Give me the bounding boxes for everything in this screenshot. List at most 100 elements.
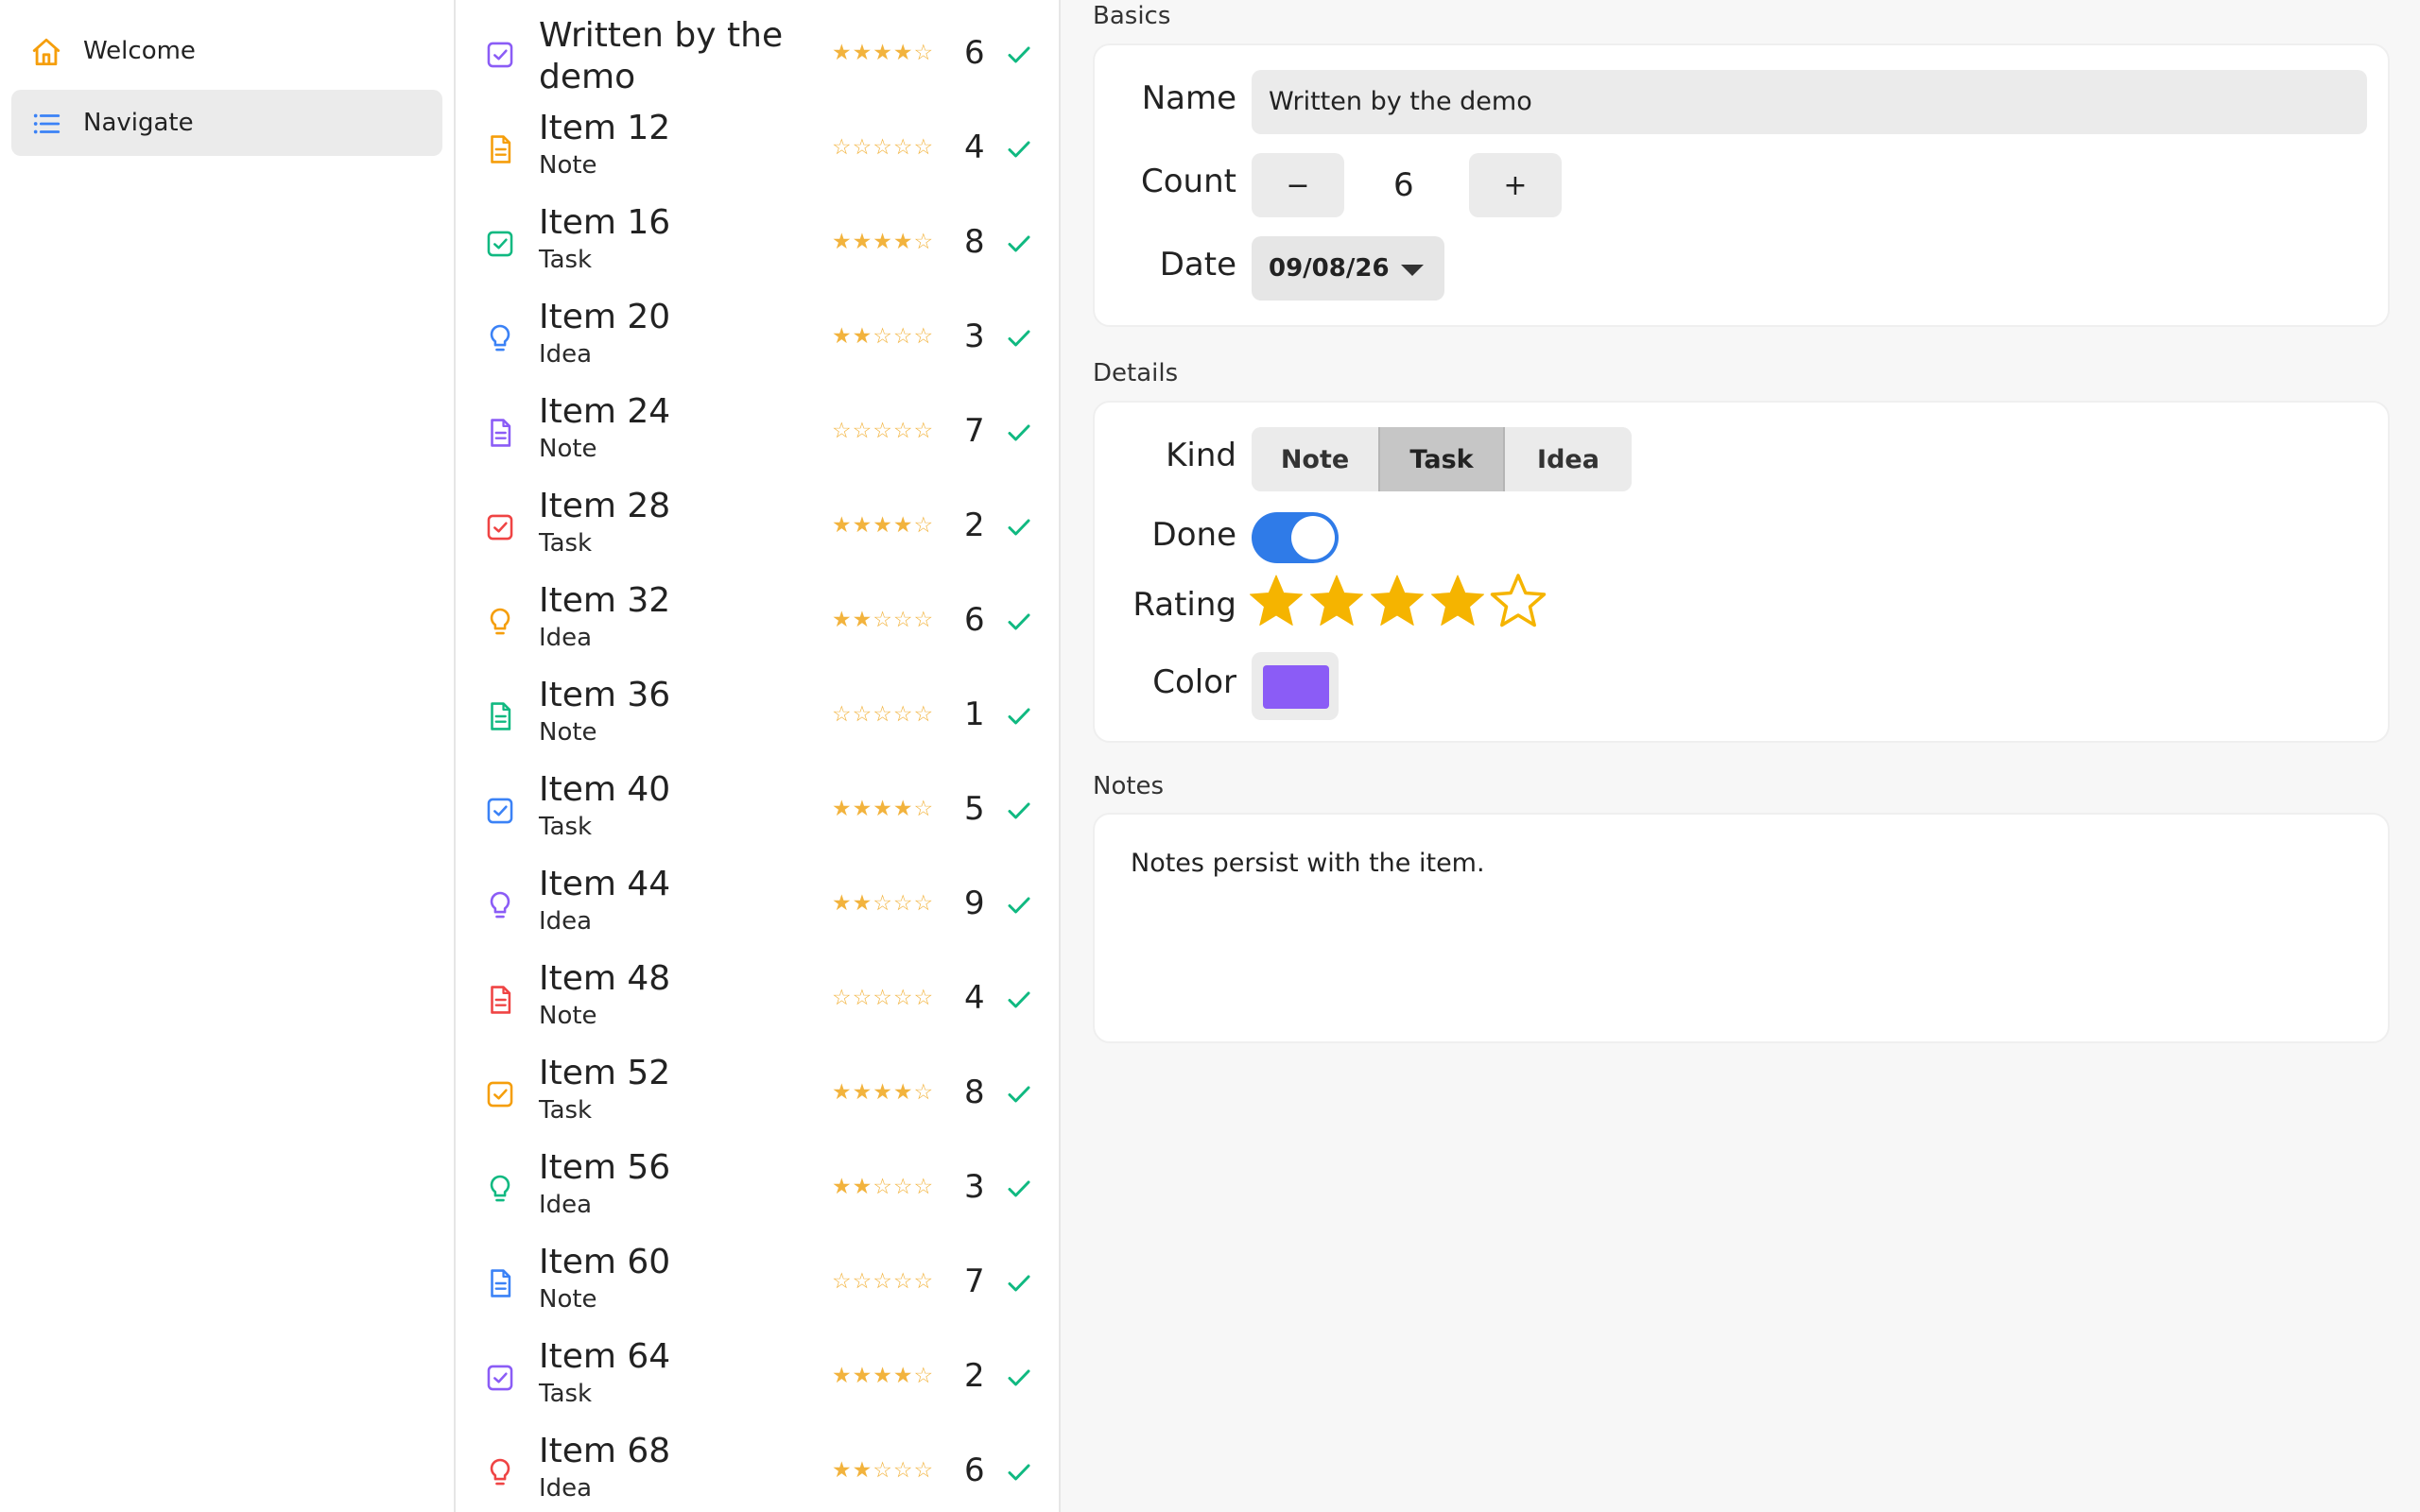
count-decrement-button[interactable]: − <box>1252 153 1344 217</box>
list-item-title: Item 36 <box>539 676 671 714</box>
caret-down-icon <box>1401 265 1424 276</box>
basics-card: Name Written by the demo Count − 6 + Dat… <box>1093 43 2390 327</box>
list-item-subtitle: Task <box>539 1096 593 1125</box>
done-toggle[interactable] <box>1252 512 1339 563</box>
note-icon <box>491 986 511 1014</box>
list-item-title: Written by the demo <box>539 16 784 96</box>
color-label: Color <box>1152 663 1236 701</box>
details-card: Kind Note Task Idea Done Rating Color <box>1093 401 2390 743</box>
checkmark-icon <box>1008 1369 1030 1386</box>
sidebar-item-welcome[interactable]: Welcome <box>11 18 442 84</box>
task-icon <box>487 1365 513 1391</box>
toggle-knob <box>1291 516 1335 559</box>
list-item[interactable]: Item 12 Note ☆☆☆☆☆ 4 <box>456 94 1059 189</box>
list-item[interactable]: Item 36 Note ☆☆☆☆☆ 1 <box>456 662 1059 756</box>
list-item-title: Item 60 <box>539 1243 671 1281</box>
list-item-subtitle: Task <box>539 813 593 841</box>
count-increment-button[interactable]: + <box>1469 153 1562 217</box>
list-item[interactable]: Item 24 Note ☆☆☆☆☆ 7 <box>456 378 1059 472</box>
list-item-subtitle: Idea <box>539 1191 593 1219</box>
list-item-rating: ★★☆☆☆ <box>832 1175 935 1199</box>
star-filled-icon[interactable] <box>1367 571 1427 631</box>
sidebar-item-label: Navigate <box>83 109 194 137</box>
list-item[interactable]: Item 28 Task ★★★★☆ 2 <box>456 472 1059 567</box>
list-item-subtitle: Task <box>539 1380 593 1408</box>
list-item-subtitle: Task <box>539 529 593 558</box>
checkmark-icon <box>1008 1275 1030 1292</box>
list-item-subtitle: Idea <box>539 340 593 369</box>
list-item-count: 4 <box>964 129 985 166</box>
kind-option-note[interactable]: Note <box>1252 427 1378 491</box>
list-item-title: Item 32 <box>539 581 671 620</box>
list-item-title: Item 28 <box>539 487 671 525</box>
list-item-subtitle: Idea <box>539 624 593 652</box>
list-item[interactable]: Item 32 Idea ★★☆☆☆ 6 <box>456 567 1059 662</box>
notes-card[interactable]: Notes persist with the item. <box>1093 813 2390 1043</box>
list-item[interactable]: Item 60 Note ☆☆☆☆☆ 7 <box>456 1228 1059 1323</box>
list-item[interactable]: Item 48 Note ☆☆☆☆☆ 4 <box>456 945 1059 1040</box>
list-item[interactable]: Item 16 Task ★★★★☆ 8 <box>456 189 1059 284</box>
list-item[interactable]: Item 52 Task ★★★★☆ 8 <box>456 1040 1059 1134</box>
list-item-count: 5 <box>964 790 985 828</box>
list-item-count: 6 <box>964 34 985 72</box>
section-label-basics: Basics <box>1093 2 1171 30</box>
sidebar-item-navigate[interactable]: Navigate <box>11 90 442 156</box>
detail-pane: Basics Name Written by the demo Count − … <box>1061 0 2420 1512</box>
sidebar: Welcome Navigate <box>0 0 456 1512</box>
home-icon <box>32 38 60 66</box>
list-item-title: Item 16 <box>539 203 671 242</box>
kind-option-idea[interactable]: Idea <box>1505 427 1632 491</box>
list-item[interactable]: Item 44 Idea ★★☆☆☆ 9 <box>456 850 1059 945</box>
rating-control <box>1246 571 1548 631</box>
checkmark-icon <box>1008 1464 1030 1481</box>
list-item[interactable]: Written by the demo ★★★★☆ 6 <box>456 0 1059 96</box>
note-icon <box>491 702 511 730</box>
list-item[interactable]: Item 68 Idea ★★☆☆☆ 6 <box>456 1418 1059 1512</box>
list-item-count: 3 <box>964 1168 985 1206</box>
list-item-rating: ★★☆☆☆ <box>832 608 935 632</box>
list-item-title: Item 20 <box>539 298 671 336</box>
idea-icon <box>490 1458 510 1486</box>
list-item-subtitle: Note <box>539 151 597 180</box>
checkmark-icon <box>1008 330 1030 347</box>
idea-icon <box>490 608 510 635</box>
list-item-rating: ★★★★☆ <box>832 41 935 65</box>
list-item-subtitle: Task <box>539 246 593 274</box>
list-icon <box>33 113 60 134</box>
star-filled-icon[interactable] <box>1427 571 1488 631</box>
list-item-title: Item 12 <box>539 109 671 147</box>
color-well-button[interactable] <box>1252 652 1339 720</box>
list-item[interactable]: Item 20 Idea ★★☆☆☆ 3 <box>456 284 1059 378</box>
star-filled-icon[interactable] <box>1246 571 1306 631</box>
list-item-count: 6 <box>964 1452 985 1489</box>
app-window: Welcome Navigate Written by the demo ★★★★… <box>0 0 2420 1512</box>
list-item-title: Item 44 <box>539 865 671 903</box>
done-label: Done <box>1151 516 1236 554</box>
list-item-rating: ★★★★☆ <box>832 797 935 821</box>
list-item-subtitle: Idea <box>539 907 593 936</box>
kind-option-task[interactable]: Task <box>1378 427 1505 491</box>
list-item-rating: ☆☆☆☆☆ <box>832 135 935 160</box>
star-empty-icon[interactable] <box>1488 571 1548 631</box>
list-item-title: Item 56 <box>539 1148 671 1187</box>
section-label-details: Details <box>1093 359 1179 387</box>
list-item-subtitle: Note <box>539 1002 597 1030</box>
name-field[interactable]: Written by the demo <box>1252 70 2367 134</box>
list-item-subtitle: Note <box>539 718 597 747</box>
notes-text[interactable]: Notes persist with the item. <box>1131 849 1485 878</box>
list-item-rating: ★★★★☆ <box>832 513 935 538</box>
note-icon <box>491 135 511 163</box>
list-item[interactable]: Item 56 Idea ★★☆☆☆ 3 <box>456 1134 1059 1228</box>
list-item-count: 9 <box>964 885 985 922</box>
task-icon <box>487 514 513 541</box>
list-item[interactable]: Item 64 Task ★★★★☆ 2 <box>456 1323 1059 1418</box>
idea-icon <box>490 1175 510 1202</box>
date-picker-button[interactable]: 09/08/26 <box>1252 236 1444 301</box>
count-value[interactable]: 6 <box>1393 166 1414 204</box>
checkmark-icon <box>1008 1086 1030 1103</box>
list-item[interactable]: Item 40 Task ★★★★☆ 5 <box>456 756 1059 850</box>
task-icon <box>487 1081 513 1108</box>
sidebar-item-label: Welcome <box>83 37 196 65</box>
checkmark-icon <box>1008 46 1030 63</box>
star-filled-icon[interactable] <box>1306 571 1367 631</box>
